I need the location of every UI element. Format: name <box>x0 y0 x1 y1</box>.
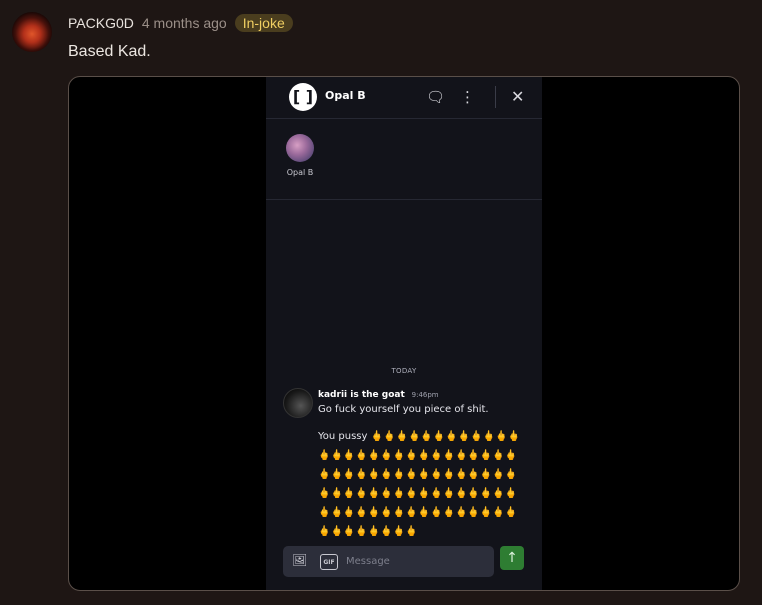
message-avatar <box>283 388 313 418</box>
embedded-image[interactable]: [ ] Opal B 🗨 ⋮ ✕ Opal B TODAY kadrii is … <box>68 76 740 591</box>
timestamp[interactable]: 4 months ago <box>142 15 227 31</box>
close-icon: ✕ <box>511 87 525 106</box>
message-time: 9:46pm <box>411 391 439 399</box>
username[interactable]: PACKG0D <box>68 15 134 31</box>
message-composer: 🖼 GIF Message <box>283 546 494 577</box>
chat-header: [ ] Opal B 🗨 ⋮ ✕ <box>266 77 542 119</box>
message-header: kadrii is the goat 9:46pm <box>318 390 439 400</box>
kebab-menu-icon: ⋮ <box>460 88 475 106</box>
chat-bubbles-icon: 🗨 <box>426 88 446 106</box>
message-line: You pussy 🖕🖕🖕🖕🖕🖕🖕🖕🖕🖕🖕🖕🖕🖕🖕🖕🖕🖕🖕🖕🖕🖕🖕🖕🖕🖕🖕🖕🖕🖕… <box>318 431 521 537</box>
gif-icon: GIF <box>320 554 338 570</box>
comment-meta: PACKG0D 4 months ago In-joke <box>68 14 293 32</box>
member-avatar <box>286 134 314 162</box>
app-logo-icon: [ ] <box>289 83 317 111</box>
image-upload-icon: 🖼 <box>292 553 308 567</box>
flair-badge: In-joke <box>234 14 293 32</box>
date-divider: TODAY <box>391 367 417 375</box>
chat-screenshot: [ ] Opal B 🗨 ⋮ ✕ Opal B TODAY kadrii is … <box>266 77 542 590</box>
header-divider <box>495 86 496 108</box>
comment-text: Based Kad. <box>68 43 151 60</box>
chat-title: Opal B <box>325 89 366 102</box>
members-row: Opal B <box>266 119 542 200</box>
send-arrow-icon: ↑ <box>500 546 524 570</box>
message-author: kadrii is the goat <box>318 390 405 400</box>
message-line: Go fuck yourself you piece of shit. <box>318 404 489 415</box>
member-name: Opal B <box>286 168 314 177</box>
message-placeholder: Message <box>346 556 390 567</box>
user-avatar[interactable] <box>12 12 52 52</box>
